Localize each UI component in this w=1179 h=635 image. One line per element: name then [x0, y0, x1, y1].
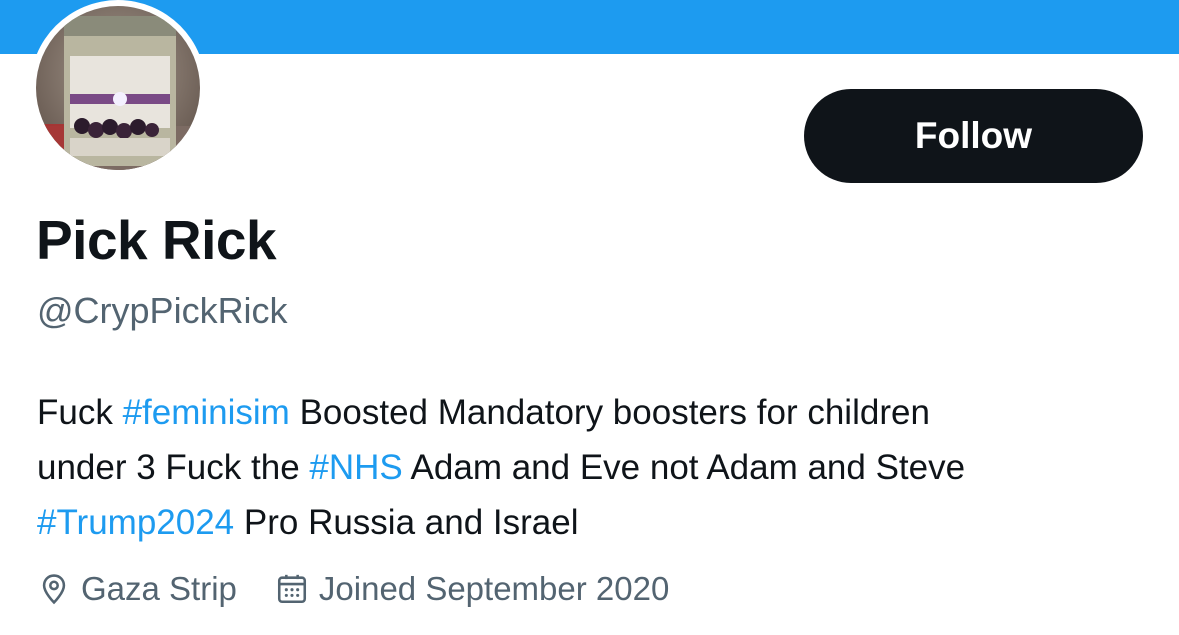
follow-button[interactable]: Follow — [804, 89, 1143, 183]
hashtag-link[interactable]: #NHS — [309, 448, 402, 487]
display-name: Pick Rick — [36, 209, 277, 271]
bio-text: Boosted Mandatory boosters for children — [289, 393, 930, 432]
profile-meta: Gaza Strip Joined September 2020 — [37, 570, 669, 608]
avatar[interactable] — [30, 0, 206, 176]
profile-bio: Fuck #feminisim Boosted Mandatory booste… — [37, 385, 1147, 550]
location: Gaza Strip — [37, 570, 237, 608]
bio-text: under 3 Fuck the — [37, 448, 310, 487]
profile-photo — [36, 6, 200, 170]
profile-handle: @CrypPickRick — [37, 290, 288, 331]
bio-text: Fuck — [37, 393, 123, 432]
location-pin-icon — [42, 574, 66, 605]
join-date-text: Joined September 2020 — [318, 570, 670, 607]
bio-line: Fuck #feminisim Boosted Mandatory booste… — [37, 385, 1147, 440]
profile-page: Follow Pick Rick @CrypPickRick Fuck #fem… — [0, 0, 1179, 635]
location-text: Gaza Strip — [81, 570, 237, 607]
calendar-icon — [277, 574, 306, 604]
bio-text: Pro Russia and Israel — [234, 503, 579, 542]
bio-text: Adam and Eve not Adam and Steve — [402, 448, 966, 487]
hashtag-link[interactable]: #Trump2024 — [37, 503, 234, 542]
bio-line: under 3 Fuck the #NHS Adam and Eve not A… — [37, 440, 1147, 495]
bio-line: #Trump2024 Pro Russia and Israel — [37, 495, 1147, 550]
hashtag-link[interactable]: #feminisim — [123, 393, 290, 432]
join-date: Joined September 2020 — [275, 570, 669, 608]
